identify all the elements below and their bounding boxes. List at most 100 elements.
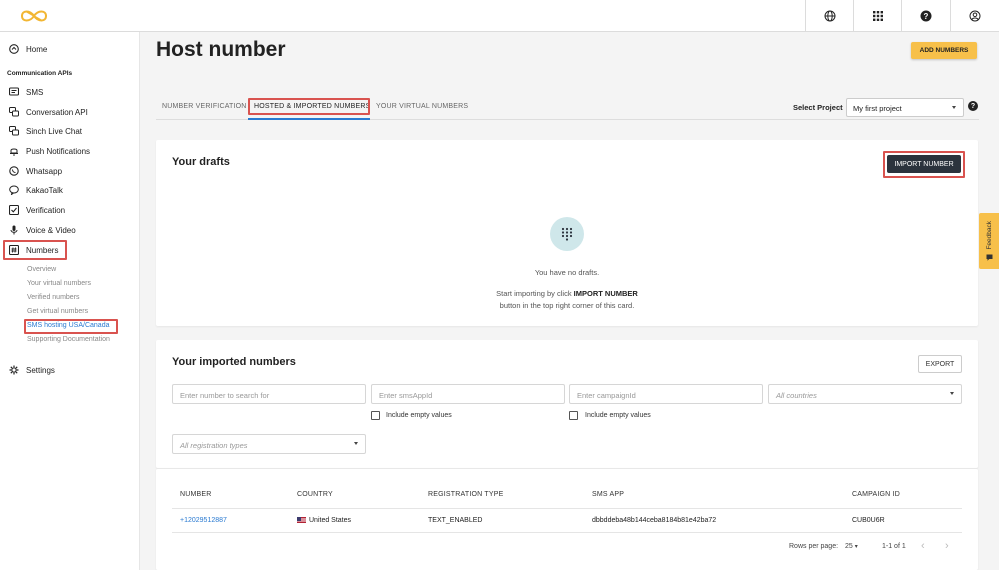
cell-registration-type: TEXT_ENABLED — [428, 517, 483, 524]
sidebar-subitem-get-virtual-numbers[interactable]: Get virtual numbers — [27, 308, 88, 315]
chat-bubbles-icon — [8, 107, 19, 118]
caret-down-icon — [354, 442, 358, 445]
gear-icon — [8, 365, 19, 376]
sidebar-subitem-supporting-documentation[interactable]: Supporting Documentation — [27, 336, 110, 343]
column-header-campaign-id[interactable]: CAMPAIGN ID — [852, 491, 900, 498]
sidebar-item-label: Conversation API — [26, 107, 88, 117]
sidebar-subitem-your-virtual-numbers[interactable]: Your virtual numbers — [27, 280, 91, 287]
whatsapp-icon — [8, 166, 19, 177]
column-header-number[interactable]: NUMBER — [180, 491, 212, 498]
sidebar-item-label: Whatsapp — [26, 166, 63, 176]
sidebar-item-verification[interactable]: Verification — [8, 201, 65, 219]
sidebar-item-conversation-api[interactable]: Conversation API — [8, 103, 88, 121]
tab-your-virtual-numbers[interactable]: YOUR VIRTUAL NUMBERS — [376, 103, 468, 110]
sidebar-item-sms[interactable]: SMS — [8, 83, 43, 101]
active-tab-indicator — [248, 118, 370, 120]
check-box-icon — [8, 205, 19, 216]
prev-page-icon[interactable]: ‹ — [921, 540, 925, 552]
svg-text:?: ? — [923, 12, 928, 21]
empty-drafts-text: You have no drafts. — [534, 268, 600, 277]
sidebar-item-home[interactable]: Home — [8, 40, 47, 58]
number-search-input[interactable]: Enter number to search for — [172, 384, 366, 404]
column-header-registration-type[interactable]: REGISTRATION TYPE — [428, 491, 504, 498]
campaignid-input[interactable]: Enter campaignId — [569, 384, 763, 404]
home-icon — [8, 44, 19, 55]
pagination-range: 1-1 of 1 — [882, 543, 906, 550]
apps-grid-icon[interactable] — [853, 0, 901, 32]
tab-number-verification[interactable]: NUMBER VERIFICATION — [162, 103, 247, 110]
sinch-logo-icon[interactable] — [18, 6, 50, 26]
caret-down-icon — [952, 106, 956, 109]
smsappid-input[interactable]: Enter smsAppId — [371, 384, 565, 404]
registration-type-select[interactable]: All registration types — [172, 434, 366, 454]
rows-per-page-value: 25 — [845, 543, 853, 550]
sidebar-item-label: SMS — [26, 87, 44, 97]
top-bar: ? — [0, 0, 999, 32]
help-icon[interactable]: ? — [901, 0, 949, 32]
cell-campaign-id: CUB0U6R — [852, 517, 885, 524]
sidebar-item-settings[interactable]: Settings — [8, 361, 55, 379]
help-icon[interactable]: ? — [968, 101, 978, 111]
project-select-value: My first project — [853, 104, 902, 113]
keypad-icon — [550, 217, 584, 251]
sidebar-section-title: Communication APIs — [7, 70, 73, 77]
highlight-box — [3, 240, 67, 260]
sidebar-item-label: Home — [26, 44, 48, 54]
project-select[interactable]: My first project — [846, 98, 964, 117]
table-divider — [172, 508, 962, 509]
drafts-hint-line1: Start importing by click IMPORT NUMBER — [440, 289, 694, 298]
microphone-icon — [8, 225, 19, 236]
cell-number-link[interactable]: +12029512887 — [180, 517, 227, 524]
include-empty-label: Include empty values — [585, 412, 651, 419]
include-empty-campaign-checkbox[interactable] — [569, 411, 578, 420]
live-chat-icon — [8, 126, 19, 137]
drafts-title: Your drafts — [172, 156, 230, 168]
feedback-label: Feedback — [985, 221, 993, 250]
add-numbers-button[interactable]: ADD NUMBERS — [911, 42, 977, 59]
include-empty-smsapp-checkbox[interactable] — [371, 411, 380, 420]
drafts-hint-bold: IMPORT NUMBER — [573, 289, 638, 298]
cell-country-text: United States — [309, 517, 352, 524]
include-empty-label: Include empty values — [386, 412, 452, 419]
registration-select-value: All registration types — [180, 441, 248, 450]
sidebar-item-label: Sinch Live Chat — [26, 126, 83, 136]
next-page-icon[interactable]: › — [945, 540, 949, 552]
rows-per-page-select[interactable]: 25 ▾ — [845, 543, 858, 550]
sidebar-item-kakaotalk[interactable]: KakaoTalk — [8, 181, 63, 199]
highlight-box — [24, 319, 118, 334]
feedback-tab[interactable]: Feedback — [979, 213, 999, 269]
globe-icon[interactable] — [805, 0, 853, 32]
account-icon[interactable] — [950, 0, 998, 32]
sidebar-item-label: Voice & Video — [26, 225, 76, 235]
rows-per-page-label: Rows per page: — [789, 543, 839, 550]
highlight-box — [248, 98, 370, 115]
sidebar-item-label: Settings — [26, 365, 55, 375]
drafts-hint-prefix: Start importing by click — [496, 289, 574, 298]
export-button[interactable]: EXPORT — [918, 355, 962, 373]
sidebar-subitem-verified-numbers[interactable]: Verified numbers — [27, 294, 80, 301]
bell-icon — [8, 146, 19, 157]
sidebar-item-push-notifications[interactable]: Push Notifications — [8, 142, 90, 160]
sidebar-item-whatsapp[interactable]: Whatsapp — [8, 162, 62, 180]
caret-down-icon: ▾ — [854, 544, 858, 550]
drafts-hint-line2: button in the top right corner of this c… — [499, 301, 635, 310]
sms-icon — [8, 87, 19, 98]
countries-select-value: All countries — [776, 391, 817, 400]
column-header-sms-app[interactable]: SMS APP — [592, 491, 624, 498]
cell-sms-app: dbbddeba48b144ceba8184b81e42ba72 — [592, 517, 717, 524]
us-flag-icon — [297, 517, 306, 523]
sidebar-item-label: Verification — [26, 205, 66, 215]
sidebar-item-label: Push Notifications — [26, 146, 91, 156]
column-header-country[interactable]: COUNTRY — [297, 491, 333, 498]
select-project-label: Select Project — [793, 103, 843, 112]
feedback-icon — [986, 254, 992, 261]
sidebar-item-voice-video[interactable]: Voice & Video — [8, 221, 76, 239]
imported-title: Your imported numbers — [172, 356, 296, 368]
caret-down-icon — [950, 392, 954, 395]
highlight-box — [883, 151, 965, 178]
cell-country: United States — [297, 517, 351, 524]
sidebar-subitem-overview[interactable]: Overview — [27, 266, 56, 273]
page-title: Host number — [156, 38, 286, 61]
sidebar-item-live-chat[interactable]: Sinch Live Chat — [8, 122, 82, 140]
countries-select[interactable]: All countries — [768, 384, 962, 404]
